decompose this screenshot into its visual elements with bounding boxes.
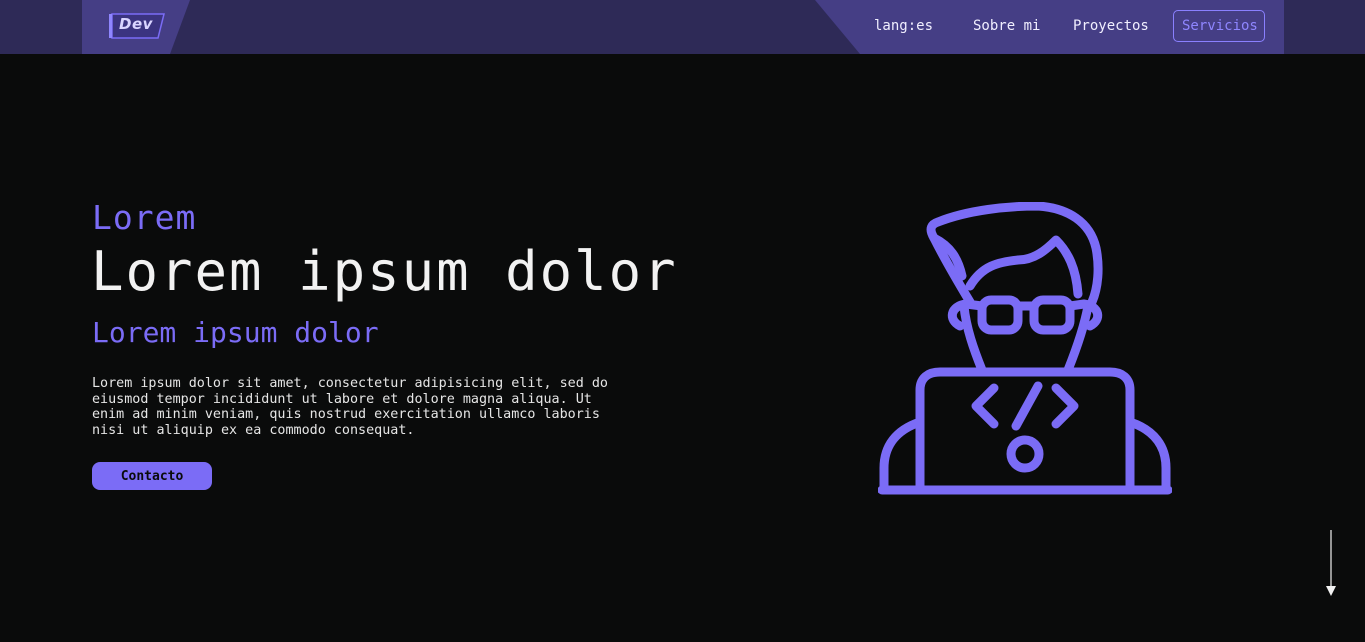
developer-avatar-icon — [878, 202, 1172, 495]
nav-item-servicios[interactable]: Servicios — [1173, 10, 1265, 42]
hero-subheadline: Lorem ipsum dolor — [92, 316, 379, 349]
logo-text: Dev — [119, 15, 153, 33]
contact-button[interactable]: Contacto — [92, 462, 212, 490]
header-decoration — [170, 0, 860, 54]
arrow-down-icon[interactable] — [1322, 528, 1340, 598]
hero-headline: Lorem ipsum dolor — [91, 240, 678, 303]
logo[interactable]: Dev — [108, 12, 166, 40]
nav-item-lang[interactable]: lang:es — [874, 10, 933, 42]
hero-kicker: Lorem — [92, 198, 197, 237]
nav-item-proyectos[interactable]: Proyectos — [1073, 10, 1149, 42]
nav-item-sobre-mi[interactable]: Sobre mi — [973, 10, 1040, 42]
hero-body: Lorem ipsum dolor sit amet, consectetur … — [92, 376, 608, 438]
page: Dev lang:es Sobre mi Proyectos Servicios… — [0, 0, 1365, 642]
